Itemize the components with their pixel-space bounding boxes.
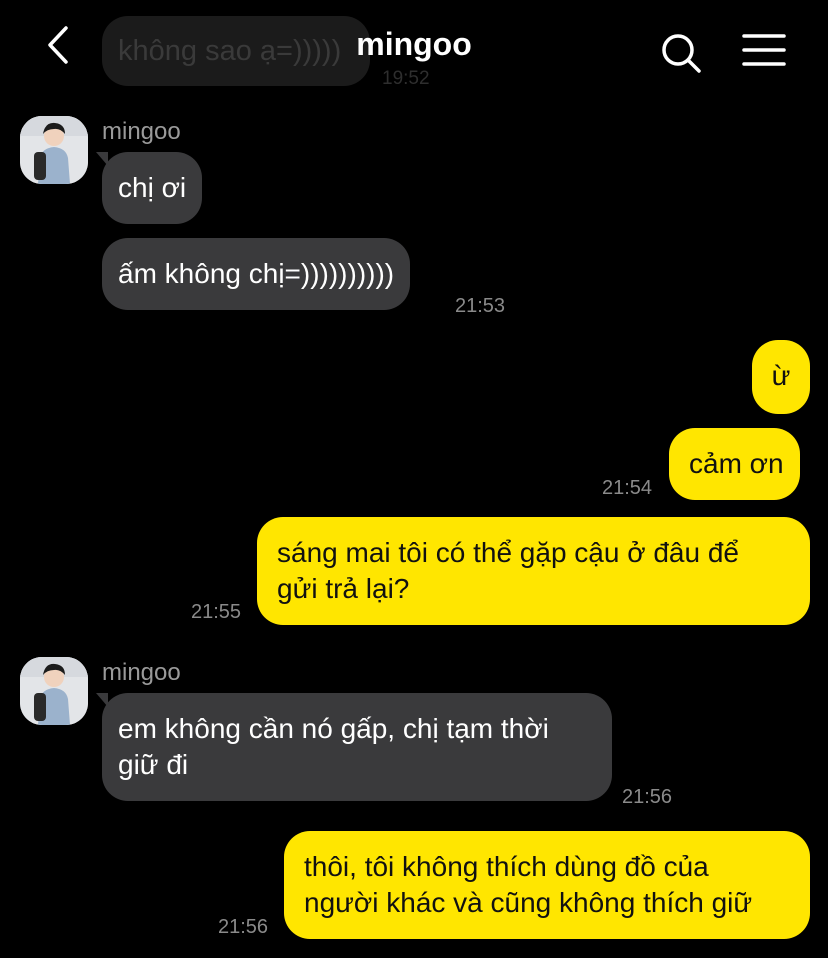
message-text-line: gửi trả lại? [277, 573, 410, 604]
message-bubble-outgoing[interactable]: cảm ơn [669, 428, 800, 500]
message-time: 21:55 [191, 601, 242, 623]
message-text-line: người khác và cũng không thích giữ [304, 887, 753, 918]
message-text: chị ơi [118, 172, 187, 203]
message-bubble-outgoing[interactable]: sáng mai tôi có thể gặp cậu ở đâu để gửi… [257, 517, 810, 625]
message-bubble-outgoing[interactable]: thôi, tôi không thích dùng đồ của người … [284, 831, 810, 939]
message-bubble-outgoing[interactable]: ừ [752, 340, 810, 414]
message-bubble-incoming[interactable]: em không cần nó gấp, chị tạm thời giữ đi [102, 693, 612, 801]
message-time: 21:56 [622, 786, 673, 808]
message-text-line: sáng mai tôi có thể gặp cậu ở đâu để [277, 537, 739, 568]
message-text: ấm không chị=)))))))))) [118, 258, 395, 289]
message-text: cảm ơn [689, 448, 784, 479]
message-time: 21:54 [602, 477, 653, 499]
sender-name: mingoo [102, 659, 181, 686]
avatar[interactable] [20, 657, 88, 725]
sender-name: mingoo [102, 118, 181, 145]
chevron-left-icon[interactable] [40, 24, 80, 68]
person-avatar-icon [20, 116, 88, 184]
message-text-line: em không cần nó gấp, chị tạm thời [118, 713, 549, 744]
message-time: 21:53 [455, 295, 506, 317]
message-bubble-incoming[interactable]: ấm không chị=)))))))))) [102, 238, 411, 310]
search-icon[interactable] [660, 32, 704, 76]
faded-message-time: 19:52 [382, 68, 430, 89]
avatar[interactable] [20, 116, 88, 184]
message-text-line: giữ đi [118, 749, 189, 780]
message-time: 21:56 [218, 916, 269, 938]
message-bubble-incoming[interactable]: chị ơi [102, 152, 203, 224]
hamburger-menu-icon[interactable] [742, 32, 786, 70]
message-text: ừ [771, 360, 791, 391]
message-text-line: thôi, tôi không thích dùng đồ của [304, 851, 709, 882]
person-avatar-icon [20, 657, 88, 725]
